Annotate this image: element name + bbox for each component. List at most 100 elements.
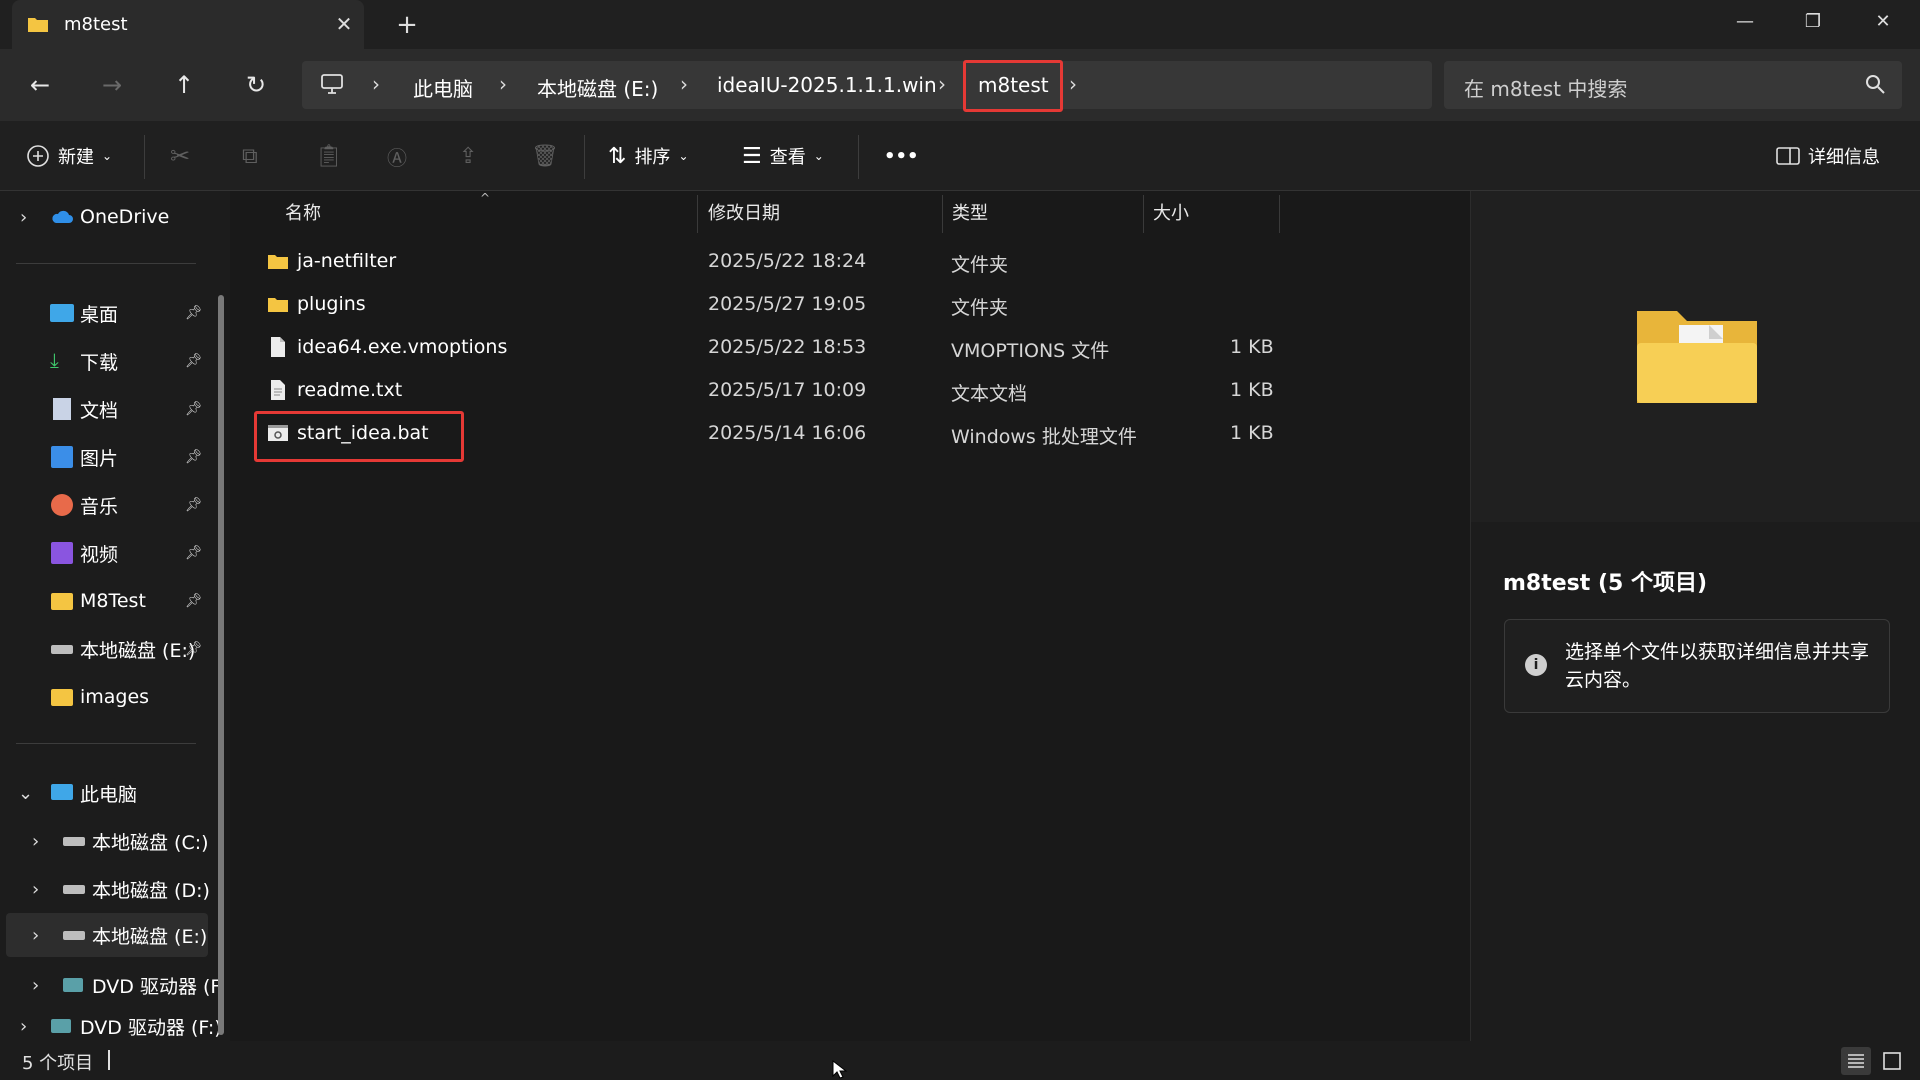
search-icon[interactable] (1864, 73, 1886, 95)
file-explorer-window: m8test ✕ + — ❐ ✕ ← → ↑ ↻ › 此电脑 › 本地磁盘 (E… (0, 0, 1920, 1080)
column-header-modified[interactable]: 修改日期 (708, 191, 780, 233)
details-label: 详细信息 (1808, 147, 1880, 168)
details-view-button[interactable] (1841, 1047, 1871, 1075)
breadcrumb-drive-e[interactable]: 本地磁盘 (E:) (537, 73, 658, 102)
pin-icon[interactable]: 📌︎ (185, 641, 203, 657)
file-name: plugins (297, 293, 366, 315)
chevron-right-icon[interactable]: › (499, 72, 507, 96)
view-button[interactable]: ☰ 查看 ⌄ (742, 139, 824, 173)
chevron-right-icon[interactable]: › (680, 72, 688, 96)
file-modified: 2025/5/14 16:06 (708, 422, 867, 444)
sort-button[interactable]: ⇅ 排序 ⌄ (608, 139, 689, 173)
pin-icon[interactable]: 📌︎ (185, 497, 203, 513)
chevron-right-icon[interactable]: › (32, 975, 39, 996)
column-divider[interactable] (697, 195, 698, 233)
sidebar-item-this-pc[interactable]: ⌄ 此电脑 (0, 771, 210, 815)
up-button[interactable]: ↑ (166, 67, 202, 103)
breadcrumb-this-pc[interactable]: 此电脑 (413, 73, 473, 102)
file-row-idea64-vmoptions[interactable]: idea64.exe.vmoptions 2025/5/22 18:53 VMO… (237, 326, 1467, 369)
column-divider[interactable] (1143, 195, 1144, 233)
sidebar-item-dvd-drive-2[interactable]: › DVD 驱动器 (F:) (0, 1011, 222, 1041)
pin-icon[interactable]: 📌︎ (185, 401, 203, 417)
chevron-right-icon[interactable]: › (32, 879, 39, 900)
chevron-right-icon[interactable]: › (1069, 72, 1077, 96)
tiles-view-button[interactable] (1877, 1047, 1907, 1075)
search-box[interactable]: 在 m8test 中搜索 (1444, 61, 1902, 109)
file-name: idea64.exe.vmoptions (297, 336, 508, 358)
minimize-button[interactable]: — (1710, 0, 1780, 44)
details-pane-button[interactable]: 详细信息 (1776, 139, 1880, 173)
pin-icon[interactable]: 📌︎ (185, 353, 203, 369)
column-header-name[interactable]: 名称 (285, 191, 321, 233)
address-bar[interactable]: › 此电脑 › 本地磁盘 (E:) › ideaIU-2025.1.1.1.wi… (302, 61, 1432, 109)
preview-area (1471, 191, 1920, 522)
divider (858, 135, 859, 179)
column-divider[interactable] (942, 195, 943, 233)
copy-button[interactable]: ⧉ (242, 139, 258, 173)
pin-icon[interactable]: 📌︎ (185, 593, 203, 609)
cut-button[interactable]: ✂ (170, 139, 190, 173)
new-tab-button[interactable]: + (392, 10, 422, 40)
rename-button[interactable]: Ⓐ (387, 139, 407, 173)
sidebar-item-label: 桌面 (80, 303, 119, 326)
file-modified: 2025/5/17 10:09 (708, 379, 867, 401)
chevron-right-icon[interactable]: › (20, 207, 27, 228)
close-tab-icon[interactable]: ✕ (330, 10, 358, 38)
sidebar-item-drive-e[interactable]: › 本地磁盘 (E:) (6, 913, 208, 957)
file-row-ja-netfilter[interactable]: ja-netfilter 2025/5/22 18:24 文件夹 (237, 240, 1467, 283)
file-row-readme[interactable]: readme.txt 2025/5/17 10:09 文本文档 1 KB (237, 369, 1467, 412)
trash-icon: 🗑︎ (531, 143, 559, 169)
delete-button[interactable]: 🗑︎ (531, 139, 559, 173)
pin-icon[interactable]: 📌︎ (185, 305, 203, 321)
sidebar-divider (16, 743, 196, 744)
back-button[interactable]: ← (22, 67, 58, 103)
sort-icon: ⇅ (608, 143, 627, 169)
sidebar-item-drive-e-pinned[interactable]: 本地磁盘 (E:) 📌︎ (0, 627, 210, 671)
chevron-right-icon[interactable]: › (938, 72, 946, 96)
close-window-button[interactable]: ✕ (1848, 0, 1918, 44)
forward-button[interactable]: → (94, 67, 130, 103)
search-placeholder: 在 m8test 中搜索 (1464, 77, 1628, 101)
details-info-box: i 选择单个文件以获取详细信息并共享云内容。 (1504, 619, 1890, 713)
pin-icon[interactable]: 📌︎ (185, 449, 203, 465)
new-button[interactable]: 新建 ⌄ (26, 139, 112, 173)
sidebar-item-downloads[interactable]: ⤓ 下载 📌︎ (0, 339, 210, 383)
sidebar-item-drive-c[interactable]: › 本地磁盘 (C:) (0, 819, 210, 863)
breadcrumb-ideaiu[interactable]: ideaIU-2025.1.1.1.win (717, 73, 937, 97)
view-icon: ☰ (742, 143, 762, 169)
column-divider[interactable] (1279, 195, 1280, 233)
chevron-down-icon[interactable]: ⌄ (18, 783, 33, 804)
column-header-size[interactable]: 大小 (1153, 191, 1189, 233)
sidebar-item-m8test[interactable]: M8Test 📌︎ (0, 579, 210, 623)
restore-button[interactable]: ❐ (1778, 0, 1848, 44)
file-size: 1 KB (1230, 422, 1274, 444)
refresh-button[interactable]: ↻ (238, 67, 274, 103)
sidebar-item-desktop[interactable]: 桌面 📌︎ (0, 291, 210, 335)
chevron-right-icon[interactable]: › (32, 925, 39, 946)
chevron-down-icon: ⌄ (678, 149, 689, 163)
sidebar-item-music[interactable]: 音乐 📌︎ (0, 483, 210, 527)
chevron-right-icon[interactable]: › (32, 831, 39, 852)
sidebar-item-images[interactable]: images (0, 675, 210, 719)
rename-icon: Ⓐ (387, 145, 407, 170)
file-row-plugins[interactable]: plugins 2025/5/27 19:05 文件夹 (237, 283, 1467, 326)
share-button[interactable]: ⇪ (459, 139, 477, 173)
chevron-down-icon: ⌄ (813, 149, 824, 163)
paste-button[interactable]: 📋︎ (315, 139, 343, 173)
file-name: ja-netfilter (297, 250, 397, 272)
tab-m8test[interactable]: m8test ✕ (12, 0, 364, 49)
column-header-type[interactable]: 类型 (952, 191, 988, 233)
chevron-right-icon[interactable]: › (372, 72, 380, 96)
sidebar-item-drive-d[interactable]: › 本地磁盘 (D:) (0, 867, 210, 911)
sidebar-item-dvd-drive[interactable]: › DVD 驱动器 (F (0, 963, 221, 1007)
pin-icon[interactable]: 📌︎ (185, 545, 203, 561)
sidebar-item-pictures[interactable]: 图片 📌︎ (0, 435, 210, 479)
command-bar: 新建 ⌄ ✂ ⧉ 📋︎ Ⓐ ⇪ 🗑︎ ⇅ 排序 ⌄ ☰ 查看 ⌄ ••• 详细信… (0, 121, 1920, 191)
more-options-button[interactable]: ••• (884, 139, 919, 173)
sidebar-item-videos[interactable]: 视频 📌︎ (0, 531, 210, 575)
chevron-right-icon[interactable]: › (20, 1016, 27, 1037)
sidebar-item-documents[interactable]: 文档 📌︎ (0, 387, 210, 431)
sort-ascending-icon: ^ (480, 191, 491, 205)
sidebar-scrollbar[interactable] (218, 295, 224, 1035)
sidebar-item-onedrive[interactable]: › OneDrive (0, 195, 210, 239)
